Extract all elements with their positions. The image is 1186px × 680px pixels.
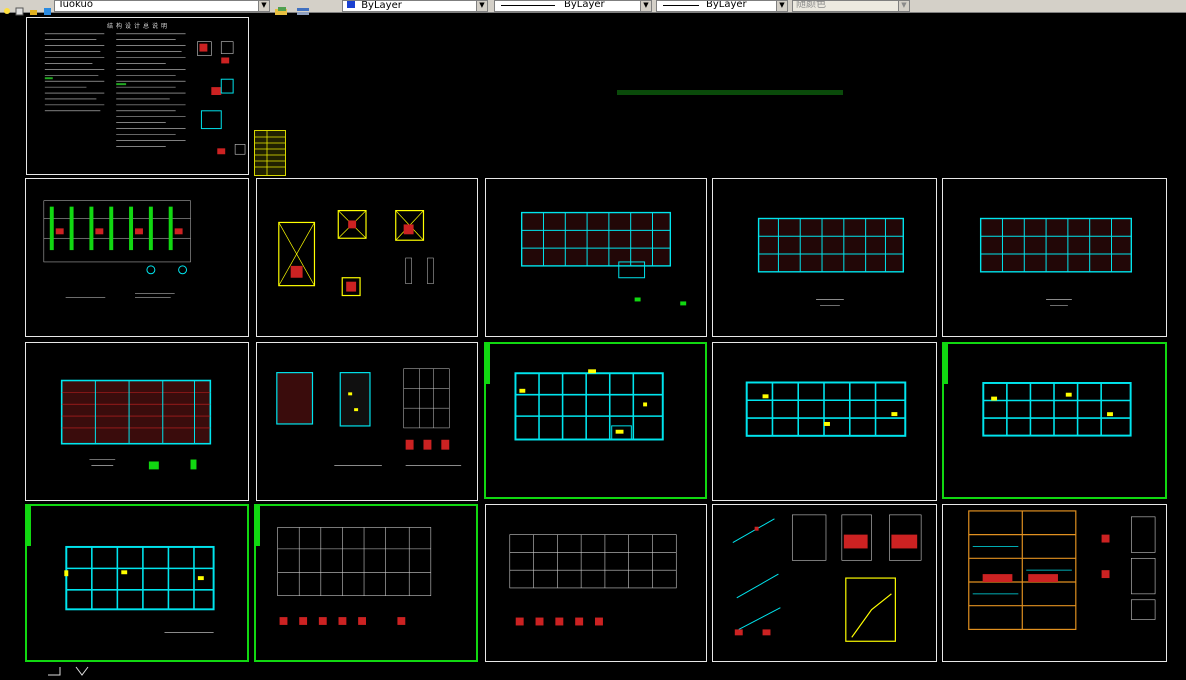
sheet-column-details[interactable] <box>256 342 478 501</box>
lineweight-dropdown[interactable]: ByLayer ▼ <box>656 0 788 12</box>
chevron-down-icon[interactable]: ▼ <box>898 1 909 11</box>
sheet-floor-plan-3[interactable] <box>942 178 1167 337</box>
sheet-floor-plan-1[interactable] <box>485 178 707 337</box>
drawing-title-bar <box>617 90 843 95</box>
color-swatch <box>347 1 355 8</box>
sun-icon[interactable] <box>14 1 26 16</box>
drawing-index-table[interactable] <box>254 130 286 176</box>
make-current-layer-icon[interactable] <box>274 1 290 15</box>
sheet-stair-details[interactable] <box>712 504 937 662</box>
model-space[interactable]: 结构设计总说明 <box>0 13 1186 676</box>
layer-color-icon[interactable] <box>42 1 54 15</box>
sheet-frame-elevation[interactable] <box>942 504 1167 662</box>
linetype-dropdown[interactable]: ByLayer ▼ <box>494 0 652 12</box>
sheet-general-notes[interactable]: 结构设计总说明 <box>26 17 249 175</box>
notes-text-block <box>44 33 246 155</box>
chevron-down-icon[interactable]: ▼ <box>640 1 651 11</box>
linetype-dropdown-value: ByLayer <box>564 0 605 10</box>
sheet-column-layout-1[interactable] <box>254 504 478 662</box>
chevron-down-icon[interactable]: ▼ <box>776 1 787 11</box>
color-dropdown[interactable]: ByLayer ▼ <box>342 0 488 12</box>
plotstyle-dropdown[interactable]: 随颜色 ▼ <box>792 0 910 12</box>
ucs-icon <box>46 665 96 680</box>
sheet-column-layout-2[interactable] <box>485 504 707 662</box>
layer-previous-icon[interactable] <box>296 1 312 15</box>
chevron-down-icon[interactable]: ▼ <box>258 1 269 11</box>
sheet-beam-plan-1[interactable] <box>484 342 707 499</box>
sheet-foundation-plan[interactable] <box>25 178 249 337</box>
plotstyle-dropdown-value: 随颜色 <box>796 0 826 10</box>
color-dropdown-value: ByLayer <box>361 0 402 11</box>
layer-dropdown[interactable]: Tuokuo ▼ <box>54 0 270 12</box>
linetype-preview <box>501 5 555 6</box>
sheet-beam-plan-2[interactable] <box>712 342 937 501</box>
lineweight-preview <box>663 5 699 6</box>
lock-icon[interactable] <box>28 1 40 15</box>
sheet-floor-plan-2[interactable] <box>712 178 937 337</box>
properties-toolbar: Tuokuo ▼ ByLayer ▼ ByLayer ▼ ByLayer ▼ 随… <box>0 0 1186 16</box>
chevron-down-icon[interactable]: ▼ <box>476 1 487 11</box>
sheet-roof-beam-plan[interactable] <box>25 504 249 662</box>
lineweight-dropdown-value: ByLayer <box>706 0 747 10</box>
sheet-beam-plan-3[interactable] <box>942 342 1167 499</box>
lightbulb-icon[interactable] <box>2 1 14 14</box>
sheet-footing-details[interactable] <box>256 178 478 337</box>
sheet-slab-plan[interactable] <box>25 342 249 501</box>
layer-dropdown-value: Tuokuo <box>58 0 93 10</box>
